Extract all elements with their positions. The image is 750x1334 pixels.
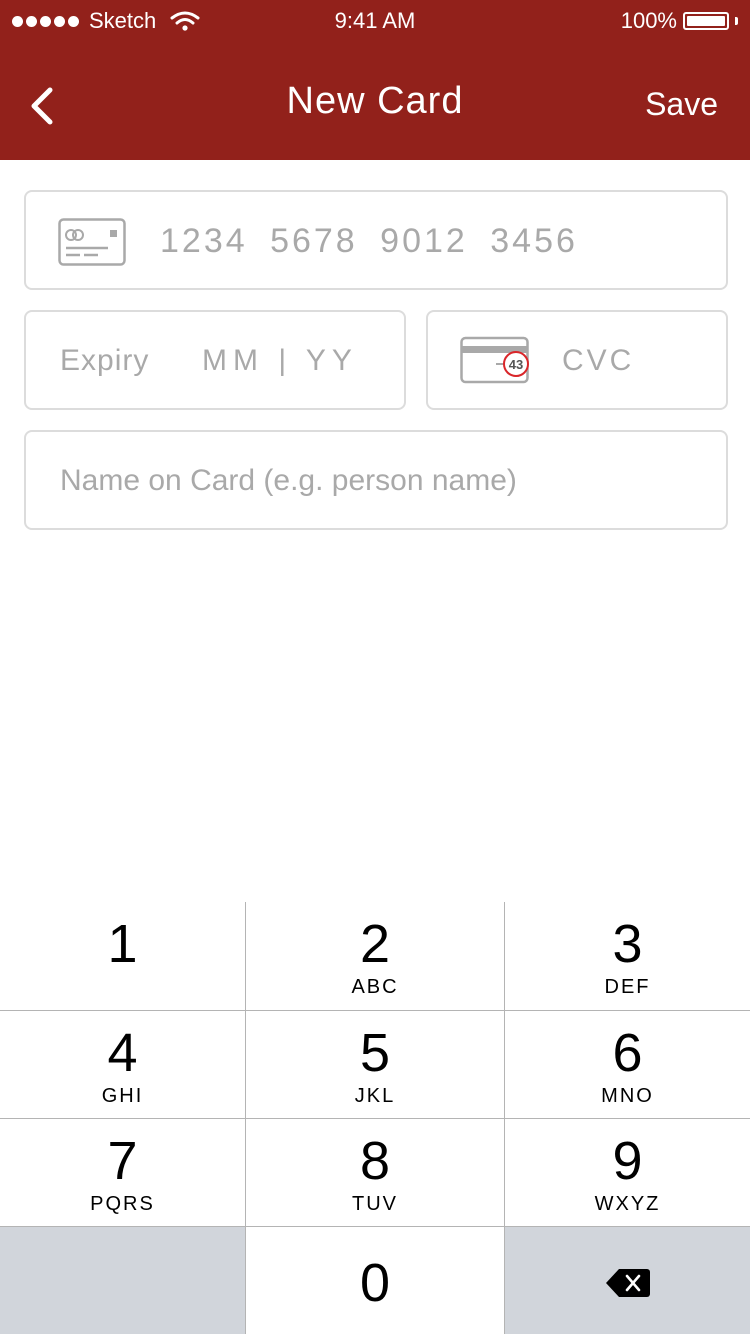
key-digit: 2 <box>359 914 391 974</box>
key-letters: ABC <box>351 976 399 998</box>
status-right: 100% <box>621 8 738 34</box>
key-letters: WXYZ <box>594 1193 661 1215</box>
name-placeholder: Name on Card (e.g. person name) <box>60 464 517 497</box>
key-2[interactable]: 2 ABC <box>246 902 504 1010</box>
keypad-divider <box>0 1226 750 1227</box>
delete-backspace-icon <box>605 1269 650 1297</box>
header: Sketch 9:41 AM 100% New Card Save <box>0 0 750 160</box>
battery-tip <box>735 17 738 25</box>
key-5[interactable]: 5 JKL <box>246 1011 504 1118</box>
key-9[interactable]: 9 WXYZ <box>505 1119 750 1226</box>
cvc-field[interactable]: 43 CVC <box>426 310 728 410</box>
key-digit: 6 <box>612 1023 643 1083</box>
key-letters: JKL <box>354 1085 396 1107</box>
key-7[interactable]: 7 PQRS <box>0 1119 245 1226</box>
key-3[interactable]: 3 DEF <box>505 902 750 1010</box>
cvc-icon-number: 43 <box>509 357 523 372</box>
key-empty <box>0 1227 245 1334</box>
key-letters: PQRS <box>90 1193 155 1215</box>
key-8[interactable]: 8 TUV <box>246 1119 504 1226</box>
expiry-label: Expiry <box>60 344 150 377</box>
key-6[interactable]: 6 MNO <box>505 1011 750 1118</box>
key-digit: 5 <box>359 1023 391 1083</box>
cvc-placeholder: CVC <box>562 344 635 377</box>
card-number-field[interactable]: 1234 5678 9012 3456 <box>24 190 728 290</box>
key-digit: 8 <box>359 1131 391 1191</box>
key-digit: 9 <box>612 1131 643 1191</box>
key-digit: 4 <box>107 1023 138 1083</box>
key-letters: TUV <box>352 1193 398 1215</box>
save-button[interactable]: Save <box>645 86 718 123</box>
battery-percent: 100% <box>620 8 677 33</box>
page-title: New Card <box>286 80 464 122</box>
key-digit: 0 <box>359 1253 391 1313</box>
key-digit: 3 <box>612 914 643 974</box>
keypad-divider <box>0 1118 750 1119</box>
expiry-field[interactable]: Expiry MM | YY <box>24 310 406 410</box>
key-letters: GHI <box>101 1085 144 1107</box>
card-number-placeholder: 1234 5678 9012 3456 <box>160 222 578 260</box>
key-digit: 7 <box>107 1131 138 1191</box>
name-on-card-field[interactable]: Name on Card (e.g. person name) <box>24 430 728 530</box>
key-4[interactable]: 4 GHI <box>0 1011 245 1118</box>
key-letters: MNO <box>601 1085 654 1107</box>
credit-card-icon <box>58 218 126 266</box>
delete-key[interactable] <box>505 1227 750 1334</box>
battery-icon <box>683 12 729 30</box>
numeric-keypad: 1 2 ABC 3 DEF 4 GHI 5 JKL 6 MNO 7 PQRS 8… <box>0 902 750 1334</box>
cvc-card-icon: 43 <box>460 336 529 384</box>
keypad-divider <box>0 1010 750 1011</box>
status-bar: Sketch 9:41 AM 100% <box>0 0 750 40</box>
key-0[interactable]: 0 <box>246 1227 504 1334</box>
key-digit: 1 <box>107 914 138 974</box>
key-1[interactable]: 1 <box>0 902 245 1010</box>
expiry-placeholder: MM | YY <box>202 344 358 377</box>
key-letters: DEF <box>604 976 651 998</box>
